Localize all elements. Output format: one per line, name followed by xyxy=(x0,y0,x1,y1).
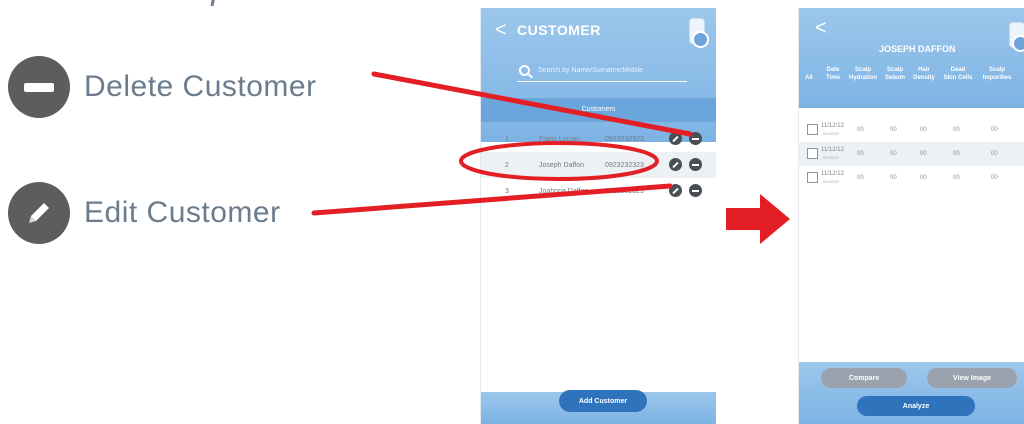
legend-edit: Edit Customer xyxy=(8,182,281,244)
record-hair-density: 00 xyxy=(920,151,927,157)
record-checkbox[interactable] xyxy=(807,124,818,135)
customer-mobile: 0923232323 xyxy=(605,135,644,143)
record-hair-density: 00 xyxy=(920,127,927,133)
column-hair-density: Hair Density xyxy=(913,67,935,81)
column-all[interactable]: All xyxy=(805,74,813,82)
column-scalp-sebum: Scalp Sebum xyxy=(884,67,905,81)
record-scalp-sebum: 00 xyxy=(890,127,897,133)
record-scalp-impurities: 00 xyxy=(991,175,998,181)
customer-name: Franz Locsin xyxy=(539,135,580,143)
record-row[interactable]: 11/12/12 02:03:20 00 00 00 00 00 xyxy=(799,142,1024,166)
legend-delete-label: Delete Customer xyxy=(84,70,317,103)
column-scalp-hydration: Scalp Hydration xyxy=(848,67,877,81)
record-dead-skin-cells: 00 xyxy=(953,151,960,157)
detail-footer: Compare View Image Analyze xyxy=(799,362,1024,424)
legend-delete: Delete Customer xyxy=(8,56,317,118)
record-time: 02:03:20 xyxy=(823,155,839,160)
record-scalp-sebum: 00 xyxy=(890,151,897,157)
view-image-button[interactable]: View Image xyxy=(927,368,1017,388)
customer-name-title: JOSEPH DAFFON xyxy=(879,44,956,54)
row-number: 2 xyxy=(505,161,509,169)
record-time: 02:03:20 xyxy=(823,179,839,184)
detail-header: < JOSEPH DAFFON All Date Time Scalp Hydr… xyxy=(799,8,1024,108)
search-bar xyxy=(517,60,687,82)
customer-row[interactable]: 2 Joseph Daffon 0923232323 xyxy=(481,152,716,178)
record-scalp-sebum: 00 xyxy=(890,175,897,181)
record-dead-skin-cells: 00 xyxy=(953,175,960,181)
customer-footer: Add Customer xyxy=(481,390,716,424)
section-title: Customers xyxy=(481,98,716,122)
edit-customer-button[interactable] xyxy=(669,158,682,171)
add-customer-button[interactable]: Add Customer xyxy=(559,390,647,412)
customer-detail-screen: < JOSEPH DAFFON All Date Time Scalp Hydr… xyxy=(798,8,1024,424)
record-row[interactable]: 11/12/12 02:03:20 00 00 00 00 00 xyxy=(799,118,1024,142)
customer-name: Joahnna Daffon xyxy=(539,187,589,195)
delete-customer-button[interactable] xyxy=(689,184,702,197)
column-scalp-impurities: Scalp Impurities xyxy=(982,67,1012,81)
customer-row[interactable]: 3 Joahnna Daffon 0923232323 xyxy=(481,178,716,204)
record-checkbox[interactable] xyxy=(807,172,818,183)
record-scalp-hydration: 00 xyxy=(857,175,864,181)
record-scalp-hydration: 00 xyxy=(857,151,864,157)
row-number: 3 xyxy=(505,187,509,195)
edit-customer-button[interactable] xyxy=(669,184,682,197)
chevron-left-icon[interactable]: < xyxy=(815,18,827,38)
page-title: CUSTOMER xyxy=(517,22,601,38)
chevron-left-icon[interactable]: < xyxy=(495,20,507,40)
compare-button[interactable]: Compare xyxy=(821,368,907,388)
record-scalp-impurities: 00 xyxy=(991,151,998,157)
record-checkbox[interactable] xyxy=(807,148,818,159)
pencil-circle-icon xyxy=(8,182,70,244)
column-dead-skin-cells: Dead Skin Cells xyxy=(943,67,973,81)
delete-customer-button[interactable] xyxy=(689,158,702,171)
column-date-time: Date Time xyxy=(826,67,840,81)
analyze-button[interactable]: Analyze xyxy=(857,396,975,416)
record-date: 11/12/12 xyxy=(821,123,844,129)
record-row[interactable]: 11/12/12 02:03:20 00 00 00 00 00 xyxy=(799,166,1024,190)
customer-name: Joseph Daffon xyxy=(539,161,585,169)
record-scalp-hydration: 00 xyxy=(857,127,864,133)
minus-circle-icon xyxy=(8,56,70,118)
customer-mobile: 0923232323 xyxy=(605,187,644,195)
search-input[interactable] xyxy=(538,67,683,74)
row-number: 1 xyxy=(505,135,509,143)
arrow-right-icon xyxy=(726,194,790,244)
customer-list-screen: < CUSTOMER Customers 1 Franz Locsin 0923… xyxy=(480,8,716,424)
customer-mobile: 0923232323 xyxy=(605,161,644,169)
cropped-text-fragment xyxy=(210,0,215,7)
record-time: 02:03:20 xyxy=(823,131,839,136)
legend-edit-label: Edit Customer xyxy=(84,196,281,229)
record-date: 11/12/12 xyxy=(821,147,844,153)
record-date: 11/12/12 xyxy=(821,171,844,177)
edit-customer-button[interactable] xyxy=(669,132,682,145)
delete-customer-button[interactable] xyxy=(689,132,702,145)
customer-row[interactable]: 1 Franz Locsin 0923232323 xyxy=(481,126,716,152)
app-badge-icon xyxy=(689,18,709,48)
app-badge-icon xyxy=(1009,22,1024,52)
record-hair-density: 00 xyxy=(920,175,927,181)
record-dead-skin-cells: 00 xyxy=(953,127,960,133)
record-scalp-impurities: 00 xyxy=(991,127,998,133)
search-icon xyxy=(519,65,530,76)
customer-header: < CUSTOMER Customers xyxy=(481,8,716,142)
